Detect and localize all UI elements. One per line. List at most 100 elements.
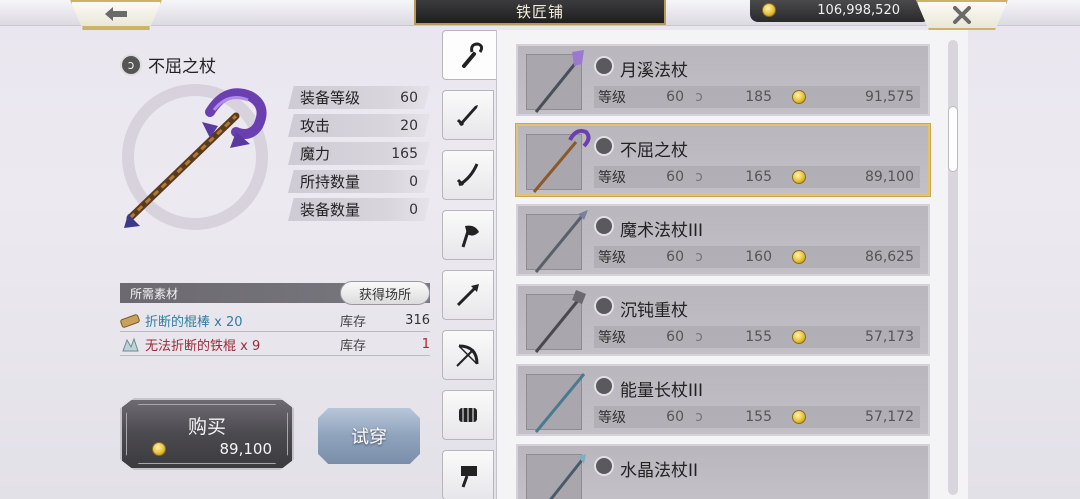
weapon-name: 不屈之杖 <box>620 141 688 161</box>
tab-hammer[interactable] <box>442 450 494 499</box>
magic-icon: ↄ <box>695 409 703 425</box>
level-label: 等级 <box>598 250 626 266</box>
stat-equipped-count: 装备数量 0 <box>288 198 430 221</box>
close-icon <box>953 6 971 24</box>
weapon-name: 月溪法杖 <box>620 61 688 81</box>
material-name: 折断的棍棒 x 20 <box>145 315 243 330</box>
gold-coin-icon <box>792 170 806 184</box>
stat-label: 魔力 <box>300 145 331 163</box>
try-on-button[interactable]: 试穿 <box>318 408 420 464</box>
buy-price-row: 89,100 <box>152 440 272 458</box>
weapon-name: 魔术法杖III <box>620 221 704 241</box>
hammer-icon <box>461 466 477 488</box>
back-button[interactable] <box>70 0 162 30</box>
weapon-info-row: 等级 60 ↄ 165 89,100 <box>594 166 920 188</box>
weapon-level: 60 <box>666 169 684 185</box>
weapon-magic: 160 <box>745 249 772 265</box>
weapon-price: 57,172 <box>865 409 914 425</box>
stats-panel: 装备等级 60 攻击 20 魔力 165 所持数量 0 装备数量 0 <box>288 86 430 226</box>
gold-coin-icon <box>792 410 806 424</box>
material-stock: 316 <box>405 313 430 328</box>
weapon-level: 60 <box>666 89 684 105</box>
gold-counter: 106,998,520 <box>750 0 930 22</box>
tab-spear[interactable] <box>442 270 494 320</box>
stat-value: 20 <box>400 117 418 134</box>
weapon-price: 91,575 <box>865 89 914 105</box>
stat-magic: 魔力 165 <box>288 142 430 165</box>
material-stock: 1 <box>421 337 430 352</box>
stock-label: 库存 <box>340 315 367 330</box>
weapon-card-selected[interactable]: 不屈之杖 等级 60 ↄ 165 89,100 <box>516 124 930 196</box>
page-title: 铁匠铺 <box>414 0 666 25</box>
weapon-level: 60 <box>666 329 684 345</box>
gold-coin-icon <box>152 442 166 456</box>
gold-amount: 106,998,520 <box>817 3 900 18</box>
weapon-info-row: 等级 60 ↄ 155 57,173 <box>594 326 920 348</box>
staff-image <box>534 210 588 273</box>
stat-label: 装备数量 <box>300 201 361 219</box>
weapon-magic: 155 <box>745 409 772 425</box>
weapon-name: 水晶法杖II <box>620 461 699 481</box>
weapon-category-tabs <box>442 30 498 499</box>
gold-coin-icon <box>762 3 776 17</box>
weapon-name: 能量长杖III <box>620 381 704 401</box>
crystal-ore-icon <box>122 337 139 351</box>
magic-icon: ↄ <box>695 89 703 105</box>
katana-icon <box>456 163 479 187</box>
staff-type-icon <box>594 56 614 76</box>
gold-coin-icon <box>792 90 806 104</box>
staff-image <box>532 129 591 193</box>
staff-type-icon <box>594 456 614 476</box>
weapon-card[interactable]: 水晶法杖II <box>516 444 930 499</box>
material-name: 无法折断的铁棍 x 9 <box>145 339 261 354</box>
weapon-info-row: 等级 60 ↄ 185 91,575 <box>594 86 920 108</box>
staff-type-icon <box>594 136 614 156</box>
weapon-card[interactable]: 月溪法杖 等级 60 ↄ 185 91,575 <box>516 44 930 116</box>
stat-attack: 攻击 20 <box>288 114 430 137</box>
tab-bow[interactable] <box>442 330 494 380</box>
buy-label: 购买 <box>187 416 226 438</box>
level-label: 等级 <box>598 410 626 426</box>
weapon-level: 60 <box>666 249 684 265</box>
material-row[interactable]: 折断的棍棒 x 20 库存 316 <box>120 310 430 332</box>
axe-icon <box>461 225 479 248</box>
weapon-magic: 185 <box>745 89 772 105</box>
staff-type-icon <box>594 296 614 316</box>
stat-value: 0 <box>409 201 418 218</box>
tab-axe[interactable] <box>442 210 494 260</box>
stock-label: 库存 <box>340 339 367 354</box>
weapon-price: 86,625 <box>865 249 914 265</box>
staff-image <box>549 454 586 499</box>
tab-staff[interactable] <box>442 30 498 80</box>
staff-image <box>534 50 584 113</box>
weapon-magic: 165 <box>745 169 772 185</box>
close-button[interactable] <box>916 0 1008 30</box>
acquire-location-button[interactable]: 获得场所 <box>340 281 430 305</box>
level-label: 等级 <box>598 330 626 346</box>
sword-icon <box>456 105 478 127</box>
level-label: 等级 <box>598 170 626 186</box>
tab-fist[interactable] <box>442 390 494 440</box>
level-label: 等级 <box>598 90 626 106</box>
staff-type-icon: ↄ <box>120 53 142 76</box>
buy-button[interactable]: 购买 89,100 <box>120 398 294 470</box>
weapon-card[interactable]: 魔术法杖III 等级 60 ↄ 160 86,625 <box>516 204 930 276</box>
weapon-level: 60 <box>666 409 684 425</box>
staff-illustration <box>124 88 267 228</box>
tab-katana[interactable] <box>442 150 494 200</box>
weapon-card[interactable]: 沉钝重杖 等级 60 ↄ 155 57,173 <box>516 284 930 356</box>
stat-label: 装备等级 <box>300 89 361 107</box>
stat-label: 攻击 <box>300 117 331 135</box>
material-row[interactable]: 无法折断的铁棍 x 9 库存 1 <box>120 334 430 356</box>
magic-icon: ↄ <box>695 249 703 265</box>
stat-value: 60 <box>400 89 418 106</box>
bow-icon <box>456 344 479 367</box>
magic-icon: ↄ <box>695 169 703 185</box>
arrow-left-icon <box>105 7 127 21</box>
scrollbar-thumb[interactable] <box>948 106 958 172</box>
weapon-card[interactable]: 能量长杖III 等级 60 ↄ 155 57,172 <box>516 364 930 436</box>
item-title: ↄ 不屈之杖 <box>120 52 216 77</box>
weapon-magic: 155 <box>745 329 772 345</box>
tab-sword[interactable] <box>442 90 494 140</box>
item-name: 不屈之杖 <box>148 57 216 77</box>
